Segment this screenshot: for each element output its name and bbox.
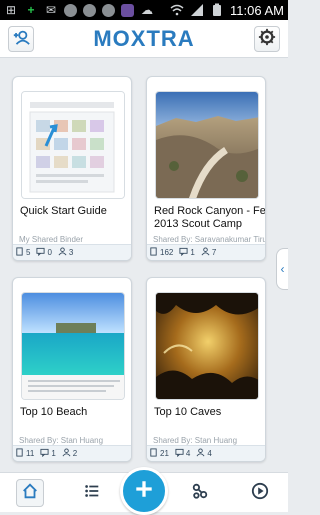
chrome-icon — [64, 3, 77, 17]
pages-count: 21 — [149, 448, 169, 459]
page-icon — [149, 448, 158, 459]
members-count: 3 — [58, 247, 73, 258]
settings-button[interactable] — [254, 26, 280, 52]
add-notification-icon: ⊞ — [5, 3, 17, 17]
binder-thumbnail[interactable] — [155, 91, 259, 199]
nav-share-button[interactable] — [186, 479, 214, 507]
nav-play-button[interactable] — [246, 479, 274, 507]
battery-icon — [210, 3, 224, 17]
binder-card[interactable]: Top 10 Beach Shared By: Stan Huang 11 1 … — [12, 277, 132, 462]
cloud-icon: ☁ — [141, 3, 153, 17]
signal-icon — [190, 3, 204, 17]
play-icon — [251, 482, 269, 505]
chrome-icon-2 — [83, 3, 96, 17]
binder-meta: 162 1 7 — [147, 244, 265, 260]
comment-icon — [175, 448, 184, 459]
add-user-icon — [12, 28, 30, 51]
pages-count: 162 — [149, 247, 173, 258]
comment-icon — [40, 448, 49, 459]
status-left-icons: ⊞ + ✉ ☁ — [4, 3, 154, 17]
binder-title: Quick Start Guide — [20, 205, 107, 217]
binder-title: Top 10 Beach — [20, 406, 88, 418]
binder-subtitle: Shared By: Stan Huang — [19, 436, 104, 445]
page-icon — [149, 247, 158, 258]
app-notification-icon — [121, 3, 134, 17]
members-count: 7 — [201, 247, 216, 258]
side-panel-tab[interactable]: ‹ — [276, 248, 288, 290]
plus-icon — [133, 478, 155, 505]
binder-title: Red Rock Canyon - Feb 2013 Scout Camp — [154, 205, 266, 230]
app-logo: MOXTRA — [93, 25, 195, 51]
binder-card[interactable]: Quick Start Guide My Shared Binder 5 0 3 — [12, 76, 132, 261]
email-icon: ✉ — [45, 3, 57, 17]
binder-meta: 11 1 2 — [13, 445, 131, 461]
plus-notification-icon: + — [27, 3, 35, 17]
nav-list-button[interactable] — [78, 479, 106, 507]
list-icon — [83, 482, 101, 505]
person-icon — [196, 448, 205, 459]
comments-count: 1 — [40, 448, 56, 459]
comment-icon — [36, 247, 46, 258]
members-count: 2 — [62, 448, 77, 459]
person-icon — [201, 247, 210, 258]
pages-count: 5 — [15, 247, 30, 258]
binder-subtitle: Shared By: Saravanakumar Tiruth... — [153, 235, 266, 244]
chevron-left-icon: ‹ — [280, 262, 285, 276]
status-right: 11:06 AM — [170, 3, 284, 18]
comments-count: 4 — [175, 448, 190, 459]
members-count: 4 — [196, 448, 212, 459]
binder-subtitle: My Shared Binder — [19, 235, 84, 244]
status-bar: ⊞ + ✉ ☁ 11:06 AM — [0, 0, 288, 20]
nav-home-button[interactable] — [16, 479, 44, 507]
comment-icon — [179, 247, 188, 258]
binder-thumbnail[interactable] — [155, 292, 259, 400]
app-header: MOXTRA — [0, 20, 288, 58]
status-time: 11:06 AM — [230, 2, 284, 18]
gear-icon — [258, 28, 276, 51]
binder-title: Top 10 Caves — [154, 406, 222, 418]
binder-meta: 21 4 4 — [147, 445, 265, 461]
pages-count: 11 — [15, 448, 34, 459]
binder-subtitle: Shared By: Stan Huang — [153, 436, 238, 445]
comments-count: 0 — [36, 247, 52, 258]
person-icon — [58, 247, 67, 258]
binder-thumbnail[interactable] — [21, 292, 125, 400]
comments-count: 1 — [179, 247, 195, 258]
wifi-icon — [170, 3, 184, 17]
person-icon — [62, 448, 71, 459]
chrome-icon-3 — [102, 3, 115, 17]
home-icon — [21, 482, 39, 505]
page-icon — [15, 247, 24, 258]
binder-grid: Quick Start Guide My Shared Binder 5 0 3 — [0, 66, 288, 472]
binder-meta: 5 0 3 — [13, 244, 131, 260]
binder-card[interactable]: Red Rock Canyon - Feb 2013 Scout Camp Sh… — [146, 76, 266, 261]
add-user-button[interactable] — [8, 26, 34, 52]
binder-thumbnail[interactable] — [21, 91, 125, 199]
bottom-nav — [0, 467, 288, 515]
page-icon — [15, 448, 24, 459]
add-button[interactable] — [120, 467, 168, 515]
share-icon — [191, 482, 209, 505]
binder-card[interactable]: Top 10 Caves Shared By: Stan Huang 21 4 … — [146, 277, 266, 462]
